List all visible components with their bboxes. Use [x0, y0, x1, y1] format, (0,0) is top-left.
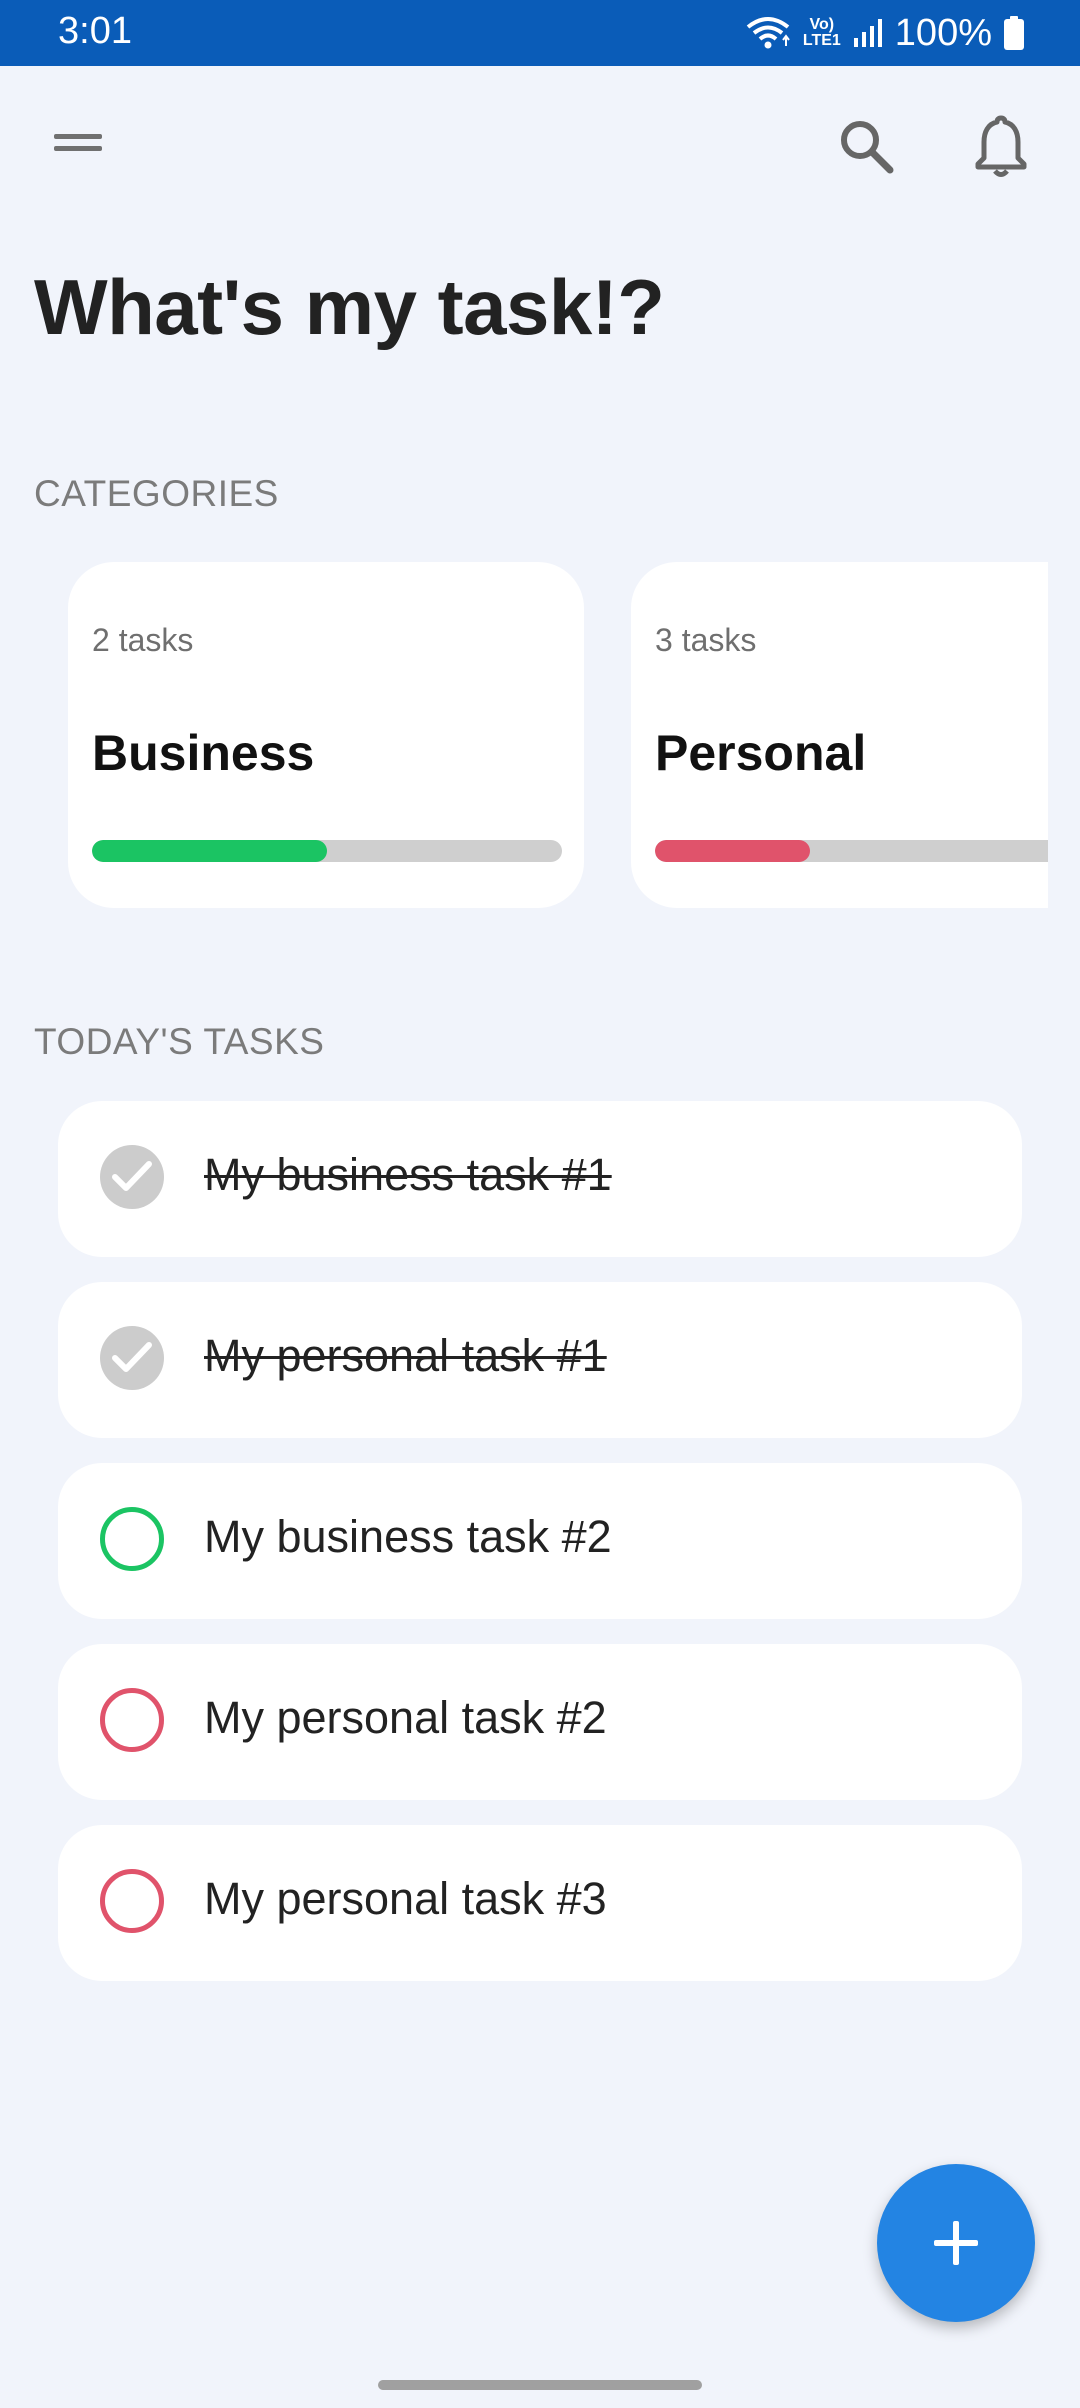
- status-time: 3:01: [58, 10, 132, 52]
- task-checkbox[interactable]: [100, 1507, 164, 1571]
- task-item[interactable]: My personal task #2: [58, 1644, 1022, 1800]
- task-checkbox[interactable]: [100, 1145, 164, 1209]
- battery-icon: [1004, 16, 1024, 50]
- home-indicator[interactable]: [378, 2380, 702, 2390]
- status-bar: 3:01 Vo) LTE1 100%: [0, 0, 1080, 66]
- volte-indicator: Vo) LTE1: [802, 16, 841, 49]
- category-card-business[interactable]: 2 tasks Business: [68, 562, 584, 908]
- task-label: My personal task #2: [204, 1692, 607, 1743]
- task-label: My business task #1: [204, 1149, 612, 1200]
- checkmark-icon: [112, 1342, 152, 1372]
- task-label: My personal task #3: [204, 1873, 607, 1924]
- add-task-button[interactable]: [877, 2164, 1035, 2322]
- category-progress-fill: [655, 840, 811, 862]
- todays-tasks-heading: TODAY'S TASKS: [34, 1021, 325, 1062]
- task-label: My personal task #1: [204, 1330, 607, 1381]
- bell-icon[interactable]: [974, 114, 1028, 178]
- category-progress-bar: [655, 840, 1048, 862]
- plus-icon: [934, 2221, 978, 2265]
- category-task-count: 3 tasks: [655, 622, 757, 658]
- category-task-count: 2 tasks: [92, 622, 194, 658]
- task-item[interactable]: My business task #2: [58, 1463, 1022, 1619]
- menu-icon[interactable]: [52, 130, 106, 160]
- task-item[interactable]: My business task #1: [58, 1101, 1022, 1257]
- task-checkbox[interactable]: [100, 1869, 164, 1933]
- task-checkbox[interactable]: [100, 1326, 164, 1390]
- task-checkbox[interactable]: [100, 1688, 164, 1752]
- signal-icon: [853, 19, 882, 47]
- categories-heading: CATEGORIES: [34, 473, 279, 514]
- category-name: Personal: [655, 725, 867, 781]
- category-progress-bar: [92, 840, 562, 862]
- category-progress-fill: [92, 840, 327, 862]
- task-item[interactable]: My personal task #3: [58, 1825, 1022, 1981]
- task-label: My business task #2: [204, 1511, 612, 1562]
- battery-percent: 100%: [894, 11, 992, 54]
- wifi-icon: [746, 17, 790, 49]
- page-title: What's my task!?: [34, 263, 665, 351]
- category-name: Business: [92, 725, 315, 781]
- search-icon[interactable]: [836, 116, 896, 176]
- checkmark-icon: [112, 1161, 152, 1191]
- category-card-personal[interactable]: 3 tasks Personal: [631, 562, 1048, 908]
- task-item[interactable]: My personal task #1: [58, 1282, 1022, 1438]
- status-icons: Vo) LTE1 100%: [745, 8, 1024, 58]
- categories-carousel[interactable]: 2 tasks Business 3 tasks Personal: [0, 560, 1048, 916]
